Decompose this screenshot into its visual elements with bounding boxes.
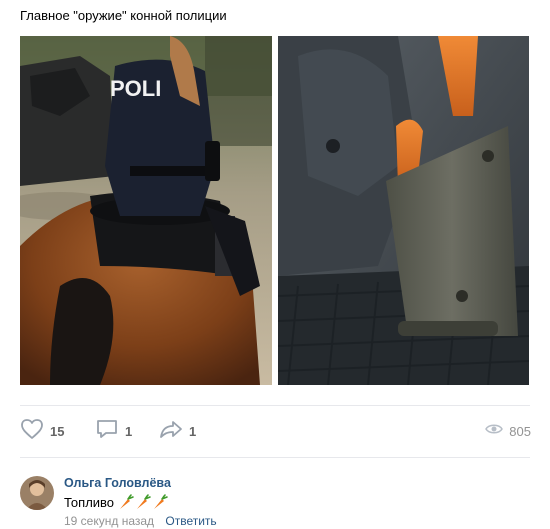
post-text: Главное "оружие" конной полиции <box>20 8 227 23</box>
carrot-emojis <box>117 494 168 511</box>
holster-carrot-photo[interactable] <box>278 36 529 385</box>
share-count: 1 <box>189 423 197 439</box>
police-lettering: POLI <box>110 76 161 101</box>
comment-author[interactable]: Ольга Головлёва <box>64 476 171 490</box>
views-count: 805 <box>509 423 531 439</box>
comment-text-row: Топливо <box>64 494 168 511</box>
share-button[interactable]: 1 <box>159 418 196 444</box>
like-button[interactable]: 15 <box>20 418 64 444</box>
eye-icon <box>485 422 504 441</box>
carrot-emoji <box>137 494 151 509</box>
comment-count: 1 <box>125 423 133 439</box>
comments-divider <box>20 457 530 458</box>
like-count: 15 <box>50 423 65 439</box>
comment-time[interactable]: 19 секунд назад <box>64 514 154 528</box>
comment-text: Топливо <box>64 495 115 510</box>
share-icon <box>159 418 183 445</box>
carrot-emoji <box>154 494 168 509</box>
post-divider <box>20 405 530 406</box>
avatar[interactable] <box>20 476 54 510</box>
carrot-emoji <box>120 494 134 509</box>
reply-link[interactable]: Ответить <box>165 514 216 528</box>
heart-icon <box>20 418 44 445</box>
holster-carrot-image <box>278 36 529 385</box>
comment-meta: 19 секунд назад Ответить <box>64 514 217 528</box>
comment-item: Ольга Головлёва Топливо 19 секунд назад … <box>20 474 530 529</box>
photo-grid: POLI <box>20 36 529 385</box>
mounted-officer-photo[interactable]: POLI <box>20 36 272 385</box>
views-counter: 805 <box>485 418 531 444</box>
comment-icon <box>95 418 119 445</box>
mounted-officer-image: POLI <box>20 36 272 385</box>
post-actions: 15 1 1 805 <box>20 418 531 444</box>
comment-button[interactable]: 1 <box>95 418 132 444</box>
